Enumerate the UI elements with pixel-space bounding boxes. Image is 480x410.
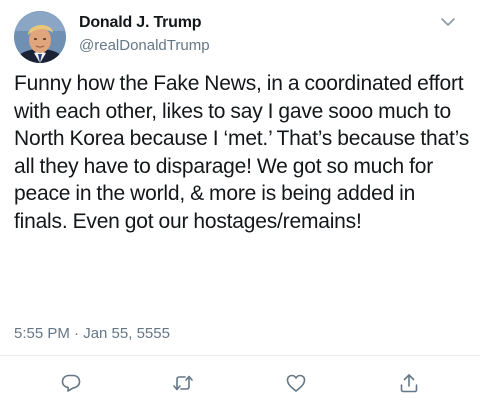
- share-button[interactable]: [398, 372, 420, 394]
- reply-button[interactable]: [60, 372, 82, 394]
- divider: [0, 355, 480, 356]
- reply-icon: [61, 374, 81, 392]
- share-icon: [400, 374, 418, 393]
- heart-icon: [286, 374, 306, 392]
- author-handle[interactable]: @realDonaldTrump: [79, 37, 210, 54]
- tweet-timestamp[interactable]: 5:55 PM · Jan 55, 5555: [14, 325, 170, 342]
- like-button[interactable]: [285, 372, 307, 394]
- retweet-icon: [173, 375, 193, 391]
- author-name[interactable]: Donald J. Trump: [79, 14, 202, 32]
- retweet-button[interactable]: [172, 372, 194, 394]
- avatar-image: [14, 11, 66, 63]
- tweet-text: Funny how the Fake News, in a coordinate…: [14, 72, 469, 233]
- tweet-card[interactable]: Donald J. Trump @realDonaldTrump Funny h…: [0, 0, 480, 410]
- chevron-down-icon[interactable]: [438, 14, 458, 30]
- avatar[interactable]: [14, 11, 66, 63]
